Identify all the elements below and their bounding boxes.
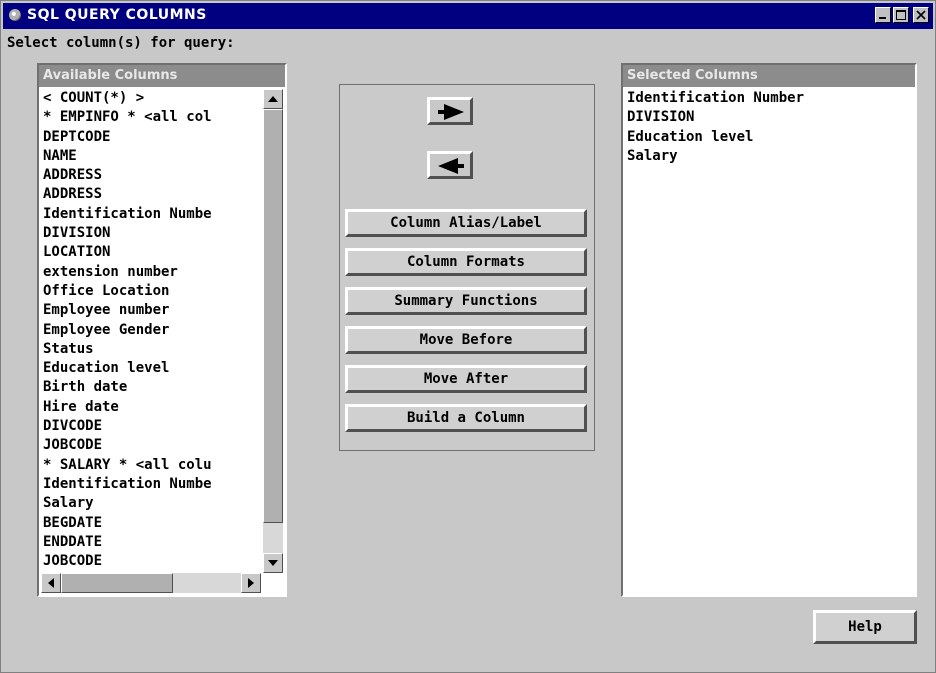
- build-a-column-button[interactable]: Build a Column: [345, 404, 587, 432]
- help-button[interactable]: Help: [813, 610, 917, 644]
- list-item[interactable]: DEPTCODE: [43, 128, 265, 147]
- list-item[interactable]: Identification Number: [627, 89, 913, 108]
- scroll-right-icon[interactable]: [241, 573, 261, 593]
- list-item[interactable]: JOBCODE: [43, 436, 265, 455]
- list-item[interactable]: ADDRESS: [43, 166, 265, 185]
- sql-query-columns-window: SQL QUERY COLUMNS Select column(s) for q…: [0, 0, 936, 673]
- list-item[interactable]: Employee number: [43, 301, 265, 320]
- column-alias-label-button[interactable]: Column Alias/Label: [345, 209, 587, 237]
- list-item[interactable]: Office Location: [43, 282, 265, 301]
- minimize-icon[interactable]: [875, 7, 891, 23]
- move-after-button[interactable]: Move After: [345, 365, 587, 393]
- available-columns-list[interactable]: Available Columns < COUNT(*) > * EMPINFO …: [37, 63, 287, 597]
- column-formats-button[interactable]: Column Formats: [345, 248, 587, 276]
- list-item[interactable]: < COUNT(*) >: [43, 89, 265, 108]
- list-item[interactable]: * EMPINFO * <all col: [43, 108, 265, 127]
- list-item[interactable]: ADDRESS: [43, 185, 265, 204]
- action-panel: Column Alias/Label Column Formats Summar…: [339, 84, 595, 451]
- list-item[interactable]: Salary: [627, 147, 913, 166]
- selected-columns-list[interactable]: Selected Columns Identification Number DI…: [621, 63, 917, 597]
- list-item[interactable]: Identification Numbe: [43, 475, 265, 494]
- query-prompt: Select column(s) for query:: [7, 35, 235, 51]
- add-column-button[interactable]: [427, 97, 473, 125]
- app-icon: [9, 9, 21, 21]
- list-item[interactable]: LOCATION: [43, 243, 265, 262]
- title-bar[interactable]: SQL QUERY COLUMNS: [3, 3, 933, 29]
- list-item[interactable]: Status: [43, 340, 265, 359]
- list-item[interactable]: DIVISION: [43, 224, 265, 243]
- list-item[interactable]: JOBCODE: [43, 552, 265, 571]
- available-columns-header: Available Columns: [39, 65, 285, 87]
- list-item[interactable]: Hire date: [43, 398, 265, 417]
- selected-columns-items: Identification Number DIVISION Education l…: [627, 89, 913, 166]
- list-item[interactable]: DIVCODE: [43, 417, 265, 436]
- list-item[interactable]: Employee Gender: [43, 321, 265, 340]
- vertical-scrollbar[interactable]: [263, 89, 283, 573]
- list-item[interactable]: Identification Numbe: [43, 205, 265, 224]
- list-item[interactable]: ENDDATE: [43, 533, 265, 552]
- selected-columns-header: Selected Columns: [623, 65, 915, 87]
- window-title: SQL QUERY COLUMNS: [27, 7, 207, 23]
- list-item[interactable]: * SALARY * <all colu: [43, 456, 265, 475]
- list-item[interactable]: extension number: [43, 263, 265, 282]
- list-item[interactable]: Education level: [627, 128, 913, 147]
- scroll-down-icon[interactable]: [263, 553, 283, 573]
- horizontal-scrollbar[interactable]: [41, 573, 261, 593]
- remove-column-button[interactable]: [427, 151, 473, 179]
- list-item[interactable]: NAME: [43, 147, 265, 166]
- left-arrow-icon: [438, 158, 464, 174]
- scroll-up-icon[interactable]: [263, 89, 283, 109]
- maximize-icon[interactable]: [893, 7, 909, 23]
- list-item[interactable]: DIVISION: [627, 108, 913, 127]
- summary-functions-button[interactable]: Summary Functions: [345, 287, 587, 315]
- list-item[interactable]: Birth date: [43, 378, 265, 397]
- right-arrow-icon: [438, 104, 464, 120]
- available-columns-items: < COUNT(*) > * EMPINFO * <all col DEPTCODE…: [43, 89, 265, 571]
- list-item[interactable]: BEGDATE: [43, 514, 265, 533]
- list-item[interactable]: Salary: [43, 494, 265, 513]
- scroll-thumb[interactable]: [263, 109, 283, 523]
- scroll-left-icon[interactable]: [41, 573, 61, 593]
- close-icon[interactable]: [913, 7, 929, 23]
- horizontal-scroll-thumb[interactable]: [61, 573, 173, 593]
- list-item[interactable]: Education level: [43, 359, 265, 378]
- move-before-button[interactable]: Move Before: [345, 326, 587, 354]
